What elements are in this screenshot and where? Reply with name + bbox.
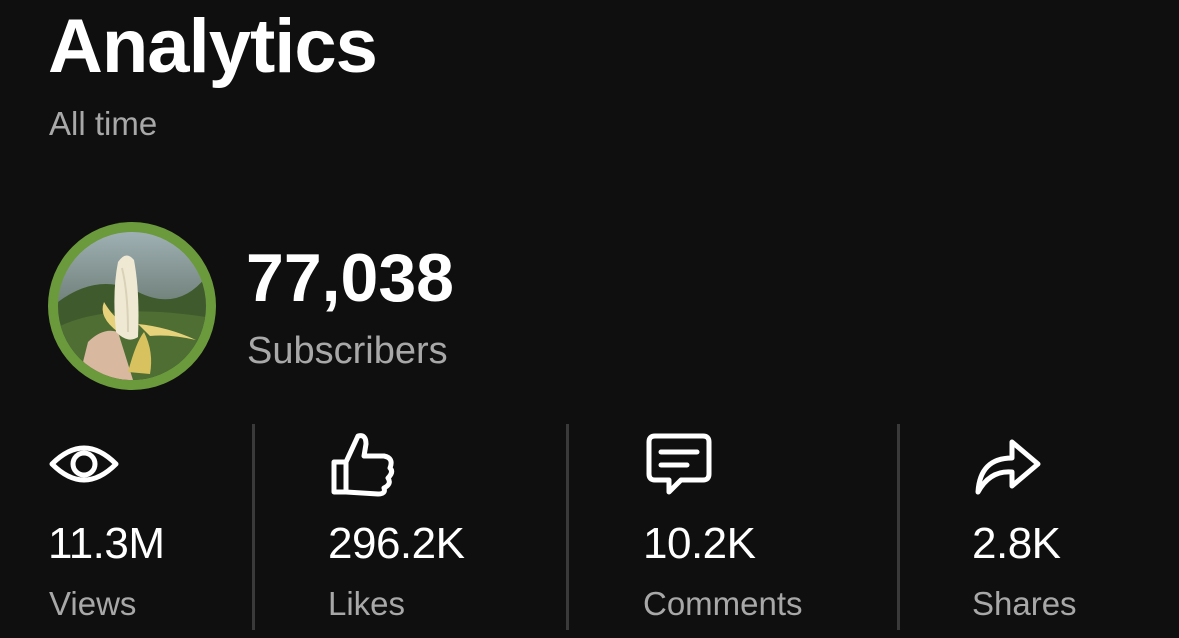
views-label: Views [49, 585, 137, 622]
comments-value: 10.2K [643, 519, 756, 568]
eye-icon [49, 445, 119, 483]
subscriber-label: Subscribers [247, 330, 448, 372]
stat-divider [897, 424, 900, 630]
views-value: 11.3M [48, 519, 165, 568]
comment-icon [646, 433, 712, 495]
subscriber-count: 77,038 [246, 240, 454, 316]
likes-label: Likes [328, 585, 406, 622]
banana-photo [58, 232, 206, 380]
shares-label: Shares [972, 585, 1077, 622]
page-title: Analytics [48, 4, 378, 89]
time-range-label[interactable]: All time [49, 104, 157, 144]
channel-avatar[interactable] [48, 222, 216, 390]
shares-value: 2.8K [972, 519, 1061, 568]
analytics-screen: Analytics All time 77,038 Subscribers 11… [0, 0, 1179, 638]
stat-divider [566, 424, 569, 630]
comments-label: Comments [643, 585, 803, 622]
share-icon [975, 439, 1041, 495]
likes-value: 296.2K [328, 519, 465, 568]
thumbs-up-icon [331, 433, 395, 497]
stat-divider [252, 424, 255, 630]
